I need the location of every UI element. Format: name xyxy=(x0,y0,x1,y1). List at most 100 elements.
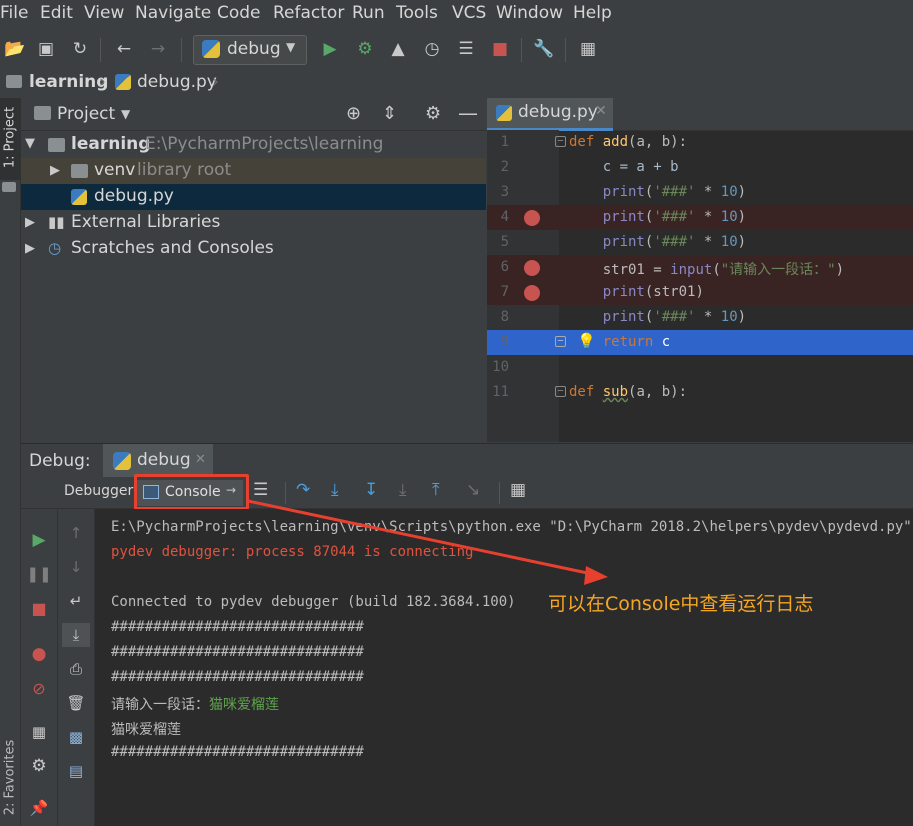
project-panel-title[interactable]: Project xyxy=(57,104,115,124)
stop-icon[interactable]: ■ xyxy=(21,596,57,620)
run-configuration-select[interactable]: debug ▼ xyxy=(193,35,307,65)
wrench-icon[interactable]: 🔧 xyxy=(533,38,555,60)
profile-icon[interactable]: ◷ xyxy=(421,38,443,60)
forward-arrow-icon[interactable]: → xyxy=(147,38,169,60)
menu-refactor[interactable]: Refactor xyxy=(273,3,344,23)
debugger-tab[interactable]: Debugger xyxy=(64,483,133,499)
editor-tab-label: debug.py xyxy=(518,102,598,122)
chevron-down-icon[interactable]: ▼ xyxy=(121,107,130,121)
step-out-icon[interactable]: ⤒ xyxy=(432,480,440,500)
line-number: 3 xyxy=(500,184,509,200)
console-user-input: 猫咪爱榴莲 xyxy=(209,697,279,713)
up-arrow-icon[interactable]: ↑ xyxy=(58,521,94,545)
run-icon[interactable]: ▶ xyxy=(319,38,341,60)
close-icon[interactable]: ✕ xyxy=(195,452,206,467)
folder-icon xyxy=(34,106,51,120)
run-to-cursor-icon[interactable]: ↘ xyxy=(466,480,480,500)
menu-code[interactable]: Code xyxy=(217,3,261,23)
menu-run[interactable]: Run xyxy=(352,3,385,23)
breadcrumb-file[interactable]: debug.py xyxy=(137,72,217,92)
close-icon[interactable]: ✕ xyxy=(595,103,607,119)
hide-panel-icon[interactable]: — xyxy=(458,101,478,125)
history-icon[interactable]: ▤ xyxy=(58,759,94,783)
tree-item-debug-py[interactable]: debug.py xyxy=(21,184,486,210)
resume-icon[interactable]: ▶ xyxy=(21,528,57,552)
menu-help[interactable]: Help xyxy=(573,3,612,23)
console-output[interactable]: E:\PycharmProjects\learning\venv\Scripts… xyxy=(95,509,913,826)
pause-icon[interactable]: ❚❚ xyxy=(21,562,57,586)
tree-item-external-libraries[interactable]: ▶ ▮▮ External Libraries xyxy=(21,210,486,236)
collapsed-arrow-icon[interactable]: ▶ xyxy=(25,215,35,230)
collapsed-arrow-icon[interactable]: ▶ xyxy=(50,163,60,178)
breadcrumb-separator: › xyxy=(99,72,106,92)
print-icon[interactable]: ⎙ xyxy=(58,657,94,681)
python-console-icon[interactable]: ▩ xyxy=(58,725,94,749)
python-file-icon xyxy=(71,189,87,205)
side-tab-project[interactable]: 1: Project xyxy=(0,98,20,180)
step-over-icon[interactable]: ↷ xyxy=(296,480,310,500)
console-line: ############################## xyxy=(111,669,364,685)
menu-file[interactable]: File xyxy=(0,3,28,23)
save-icon[interactable]: ▣ xyxy=(35,38,57,60)
concurrency-icon[interactable]: ☰ xyxy=(455,38,477,60)
menu-tools[interactable]: Tools xyxy=(396,3,438,23)
tree-item-label: Scratches and Consoles xyxy=(71,238,274,258)
side-tab-favorites[interactable]: 2: Favorites xyxy=(0,726,20,826)
debug-actions-column: ↻ ▶ ❚❚ ■ ● ⊘ ▦ ⚙ 📌 xyxy=(21,478,58,826)
code-text: print('###' * 10) xyxy=(602,209,747,225)
code-line-2: 2 c = a + b xyxy=(487,155,913,180)
collapse-all-icon[interactable]: ⇕ xyxy=(382,103,397,124)
mute-breakpoints-icon[interactable]: ⊘ xyxy=(21,676,57,700)
tree-item-venv[interactable]: ▶ venv library root xyxy=(21,158,486,184)
debug-bug-icon[interactable]: ⚙ xyxy=(354,38,376,60)
menu-window[interactable]: Window xyxy=(496,3,563,23)
breadcrumb-project[interactable]: learning xyxy=(29,72,108,92)
editor-code-area[interactable]: 1 – def add(a, b): 2 c = a + b 3 print('… xyxy=(487,130,913,442)
folder-icon xyxy=(2,182,16,192)
editor-tab-debug-py[interactable]: debug.py ✕ xyxy=(487,98,613,131)
line-number: 8 xyxy=(500,309,509,325)
soft-wrap-icon[interactable]: ↵ xyxy=(58,589,94,613)
scroll-to-end-icon[interactable]: ⤓ xyxy=(62,623,90,647)
step-into-icon[interactable]: ⤓ xyxy=(331,480,339,500)
back-arrow-icon[interactable]: ← xyxy=(113,38,135,60)
fold-icon[interactable]: – xyxy=(555,336,566,347)
clear-trash-icon[interactable]: 🗑 xyxy=(58,691,94,715)
project-structure-icon[interactable]: ▦ xyxy=(577,38,599,60)
step-into-my-code-icon[interactable]: ↧ xyxy=(364,480,378,500)
debug-session-tab[interactable]: debug ✕ xyxy=(103,444,213,477)
breakpoint-icon[interactable] xyxy=(524,210,540,226)
expanded-arrow-icon[interactable]: ▼ xyxy=(25,136,35,151)
menu-navigate[interactable]: Navigate xyxy=(135,3,211,23)
code-line-6: 6 str01 = input("请输入一段话：") xyxy=(487,255,913,280)
force-step-into-icon[interactable]: ⤓ xyxy=(399,480,407,500)
menu-edit[interactable]: Edit xyxy=(40,3,73,23)
view-breakpoints-icon[interactable]: ● xyxy=(21,642,57,666)
tree-item-learning[interactable]: ▼ learning E:\PycharmProjects\learning xyxy=(21,132,486,158)
code-line-5: 5 print('###' * 10) xyxy=(487,230,913,255)
tree-item-scratches[interactable]: ▶ ◷ Scratches and Consoles xyxy=(21,236,486,262)
down-arrow-icon[interactable]: ↓ xyxy=(58,555,94,579)
breakpoint-icon[interactable] xyxy=(524,285,540,301)
layout-icon[interactable]: ▦ xyxy=(21,720,57,744)
menu-view[interactable]: View xyxy=(84,3,124,23)
fold-icon[interactable]: – xyxy=(555,136,566,147)
sync-icon[interactable]: ↻ xyxy=(69,38,91,60)
breakpoint-icon[interactable] xyxy=(524,260,540,276)
chevron-down-icon: ▼ xyxy=(286,40,296,54)
coverage-icon[interactable]: ▲ xyxy=(387,38,409,60)
collapsed-arrow-icon[interactable]: ▶ xyxy=(25,241,35,256)
menu-lines-icon[interactable]: ☰ xyxy=(253,480,268,500)
evaluate-expression-icon[interactable]: ▦ xyxy=(510,480,526,500)
code-editor[interactable]: debug.py ✕ 1 – def add(a, b): 2 c = a + … xyxy=(487,98,913,442)
stop-icon[interactable]: ■ xyxy=(489,38,511,60)
pin-icon[interactable]: 📌 xyxy=(21,796,57,820)
code-text: c = a + b xyxy=(569,159,679,175)
gear-icon[interactable]: ⚙ xyxy=(425,103,441,124)
line-number: 1 xyxy=(500,134,509,150)
locate-target-icon[interactable]: ⊕ xyxy=(346,103,361,124)
gear-icon[interactable]: ⚙ xyxy=(21,754,57,778)
fold-icon[interactable]: – xyxy=(555,386,566,397)
menu-vcs[interactable]: VCS xyxy=(452,3,486,23)
open-folder-icon[interactable]: 📂 xyxy=(4,38,26,60)
